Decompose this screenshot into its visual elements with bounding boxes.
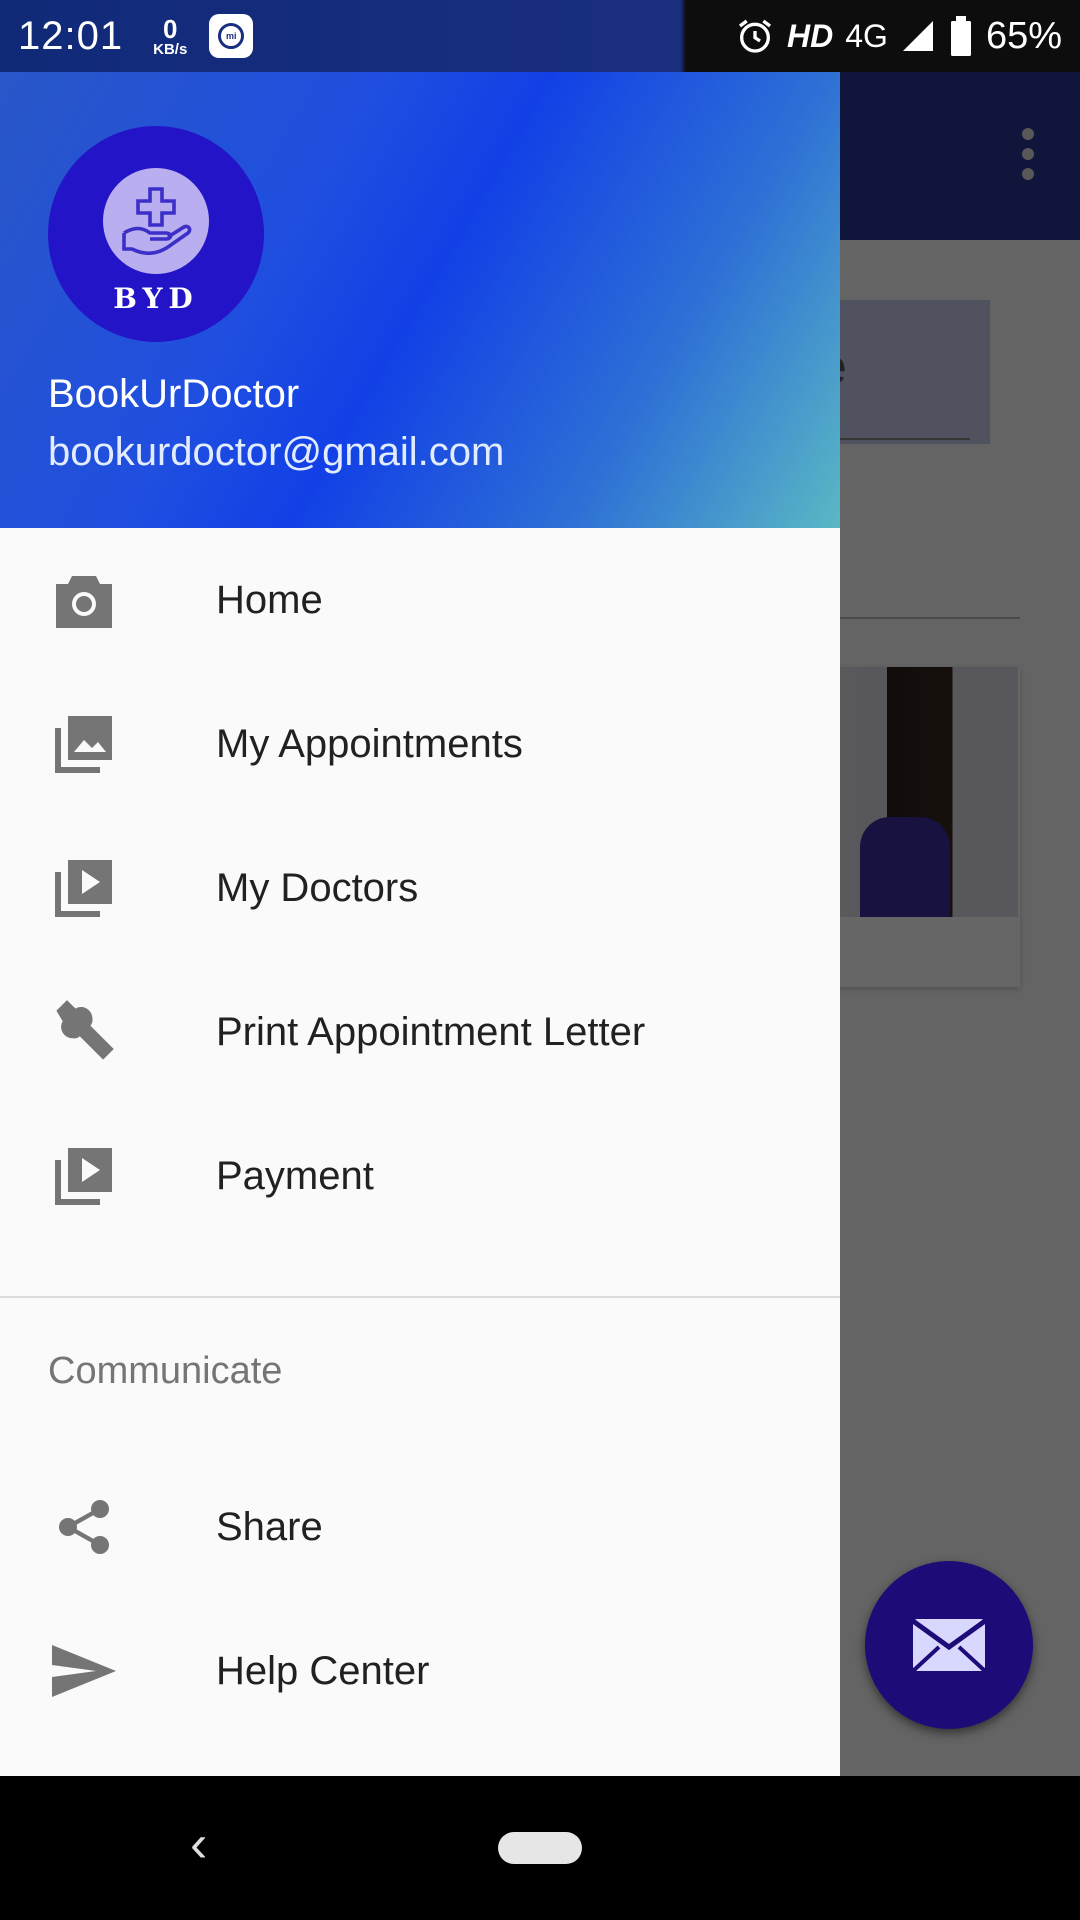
menu-item-payment[interactable]: Payment <box>0 1104 840 1248</box>
avatar-text: BYD <box>113 282 199 315</box>
header-email: bookurdoctor@gmail.com <box>48 430 505 474</box>
drawer-header: BYD BookUrDoctor bookurdoctor@gmail.com <box>0 72 840 528</box>
camera-icon <box>48 564 120 636</box>
mi-icon: mi <box>209 14 254 58</box>
slideshow-icon <box>48 1140 120 1212</box>
slideshow-icon <box>48 852 120 924</box>
gallery-icon <box>48 708 120 780</box>
system-nav-bar: ‹ <box>0 1776 1080 1920</box>
hand-cross-icon <box>103 168 209 274</box>
menu-label-home: Home <box>216 577 323 622</box>
menu-label-print-appointment-letter: Print Appointment Letter <box>216 1009 646 1054</box>
menu-item-my-appointments[interactable]: My Appointments <box>0 672 840 816</box>
menu-item-help-center[interactable]: Help Center <box>0 1599 840 1743</box>
status-bar: 12:01 0 KB/s mi HD 4G 65% <box>0 0 1080 72</box>
header-name: BookUrDoctor <box>48 372 300 416</box>
wrench-icon <box>48 996 120 1068</box>
menu-item-my-doctors[interactable]: My Doctors <box>0 816 840 960</box>
menu-label-my-appointments: My Appointments <box>216 721 523 766</box>
menu-label-help-center: Help Center <box>216 1648 430 1693</box>
net-speed-value: 0 <box>162 13 178 44</box>
menu-item-print-appointment-letter[interactable]: Print Appointment Letter <box>0 960 840 1104</box>
alarm-icon <box>739 19 772 53</box>
avatar[interactable]: BYD <box>48 126 264 342</box>
battery-icon <box>950 16 971 56</box>
hd-indicator: HD <box>787 17 834 54</box>
battery-percent: 65% <box>985 14 1062 57</box>
section-title-communicate: Communicate <box>48 1350 283 1392</box>
send-icon <box>48 1635 120 1707</box>
menu-label-my-doctors: My Doctors <box>216 865 419 910</box>
status-time: 12:01 <box>18 13 124 58</box>
navigation-drawer: BYD BookUrDoctor bookurdoctor@gmail.com … <box>0 72 840 1776</box>
net-speed: 0 KB/s <box>153 16 187 57</box>
signal-icon <box>902 21 933 51</box>
menu-item-home[interactable]: Home <box>0 528 840 672</box>
network-type: 4G <box>845 17 888 54</box>
home-pill-button[interactable] <box>498 1832 582 1864</box>
menu-label-payment: Payment <box>216 1153 374 1198</box>
net-speed-unit: KB/s <box>153 40 188 58</box>
menu-item-share[interactable]: Share <box>0 1455 840 1599</box>
share-icon <box>48 1491 120 1563</box>
menu-label-share: Share <box>216 1504 323 1549</box>
mail-fab[interactable] <box>865 1561 1033 1729</box>
back-icon[interactable]: ‹ <box>190 1814 207 1874</box>
mail-icon <box>911 1618 987 1673</box>
menu-divider <box>0 1296 840 1298</box>
